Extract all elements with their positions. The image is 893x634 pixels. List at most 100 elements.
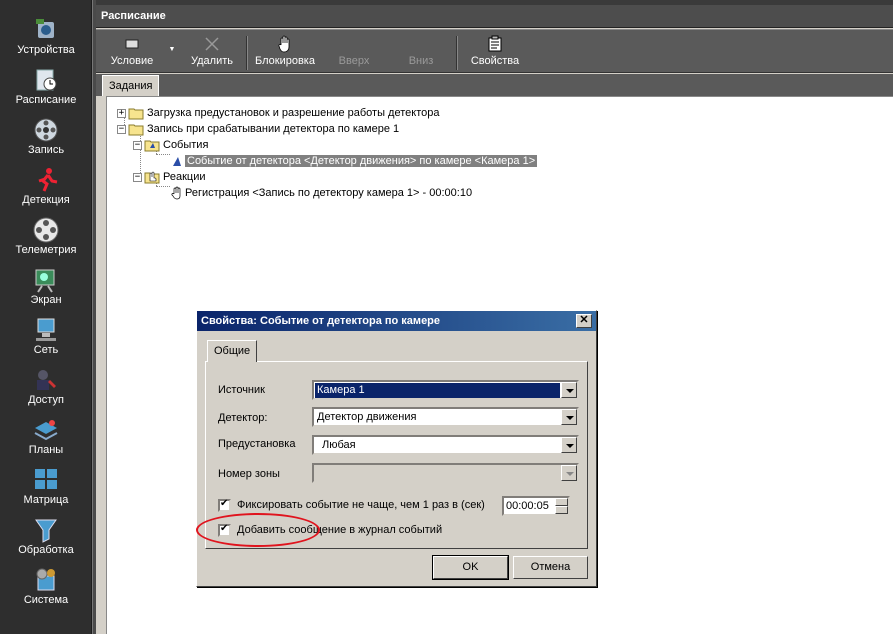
sidebar-item-network[interactable]: Сеть: [0, 310, 92, 360]
chevron-down-icon[interactable]: [561, 437, 577, 453]
sidebar: Устройства Расписание Запись Детекция Те…: [0, 0, 92, 634]
chevron-down-icon[interactable]: [561, 409, 577, 425]
network-icon: [36, 318, 56, 341]
sidebar-item-screen[interactable]: Экран: [0, 260, 92, 310]
tab-general[interactable]: Общие: [207, 340, 258, 362]
sidebar-item-label: Экран: [30, 294, 62, 306]
block-button[interactable]: Блокировка: [252, 32, 318, 72]
tree-item-label: Регистрация <Запись по детектору камера …: [185, 187, 473, 199]
sidebar-item-matrix[interactable]: Матрица: [0, 460, 92, 510]
properties-icon: [488, 35, 502, 52]
events-folder-icon: [144, 140, 160, 152]
sidebar-item-schedule[interactable]: Расписание: [0, 60, 92, 110]
dialog-title[interactable]: Свойства: Событие от детектора по камере: [197, 311, 596, 331]
folder-icon: [128, 108, 144, 120]
devices-icon: [36, 19, 54, 38]
processing-icon: [35, 519, 57, 543]
sidebar-item-label: Устройства: [17, 44, 75, 56]
delete-label: Удалить: [191, 55, 233, 67]
delete-button[interactable]: Удалить: [184, 32, 240, 72]
move-down-button[interactable]: Вниз: [398, 32, 444, 72]
tree-item-reactions[interactable]: − Реакции: [133, 169, 206, 185]
properties-label: Свойства: [470, 55, 520, 67]
chevron-down-icon[interactable]: [561, 465, 577, 481]
tree-item-label: Реакции: [163, 171, 206, 183]
tab-tasks[interactable]: Задания: [102, 75, 160, 96]
schedule-icon: [36, 69, 57, 91]
tree-item-event-detector[interactable]: Событие от детектора <Детектор движения>…: [171, 153, 538, 169]
sidebar-item-label: Обработка: [18, 544, 74, 556]
tree-item-events[interactable]: − События: [133, 137, 208, 153]
tree-item-label: Событие от детектора <Детектор движения>…: [185, 155, 538, 167]
hand-icon: [171, 186, 181, 200]
collapse-icon[interactable]: −: [117, 124, 126, 134]
panel-title: Расписание: [96, 5, 893, 28]
folder-icon: [128, 124, 144, 136]
collapse-icon[interactable]: −: [133, 172, 142, 182]
tree-item-label: Загрузка предустановок и разрешение рабо…: [147, 107, 440, 119]
move-up-button[interactable]: Вверх: [330, 32, 378, 72]
sidebar-item-access[interactable]: Доступ: [0, 360, 92, 410]
spin-up-icon[interactable]: [555, 498, 568, 506]
spin-down-icon[interactable]: [555, 506, 568, 514]
sidebar-item-label: Запись: [27, 144, 65, 156]
telemetry-icon: [33, 217, 59, 243]
tree-item-preset-load[interactable]: + Загрузка предустановок и разрешение раб…: [117, 105, 439, 121]
sidebar-item-record[interactable]: Запись: [0, 110, 92, 160]
source-select[interactable]: Камера 1: [312, 380, 579, 400]
tree-item-label: Запись при срабатывании детектора по кам…: [147, 123, 400, 135]
interval-spinner[interactable]: 00:00:05: [502, 496, 570, 516]
detector-select[interactable]: Детектор движения: [312, 407, 579, 427]
move-up-label: Вверх: [338, 55, 370, 67]
sidebar-item-label: Матрица: [23, 494, 69, 506]
properties-button[interactable]: Свойства: [464, 32, 526, 72]
event-icon: [173, 157, 181, 167]
sidebar-item-telemetry[interactable]: Телеметрия: [0, 210, 92, 260]
interval-value: 00:00:05: [506, 500, 549, 512]
collapse-icon[interactable]: −: [133, 140, 142, 150]
fix-event-label[interactable]: Фиксировать событие не чаще, чем 1 раз в…: [237, 499, 485, 511]
zone-select[interactable]: [312, 463, 579, 483]
tree-connector: [156, 186, 170, 187]
source-value: Камера 1: [315, 383, 560, 398]
condition-button[interactable]: Условие: [106, 32, 158, 72]
screen-icon: [35, 269, 55, 293]
sidebar-item-devices[interactable]: Устройства: [0, 10, 92, 60]
move-down-icon: [412, 35, 430, 53]
tab-strip: Задания: [96, 74, 893, 96]
reactions-folder-icon: [144, 171, 160, 184]
sidebar-item-plans[interactable]: Планы: [0, 410, 92, 460]
move-up-icon: [345, 35, 363, 53]
move-down-label: Вниз: [408, 55, 434, 67]
condition-dropdown-button[interactable]: ▼: [166, 32, 178, 72]
preset-select[interactable]: Любая: [312, 435, 579, 455]
detector-label: Детектор:: [218, 412, 268, 424]
system-icon: [36, 568, 55, 591]
sidebar-item-detection[interactable]: Детекция: [0, 160, 92, 210]
record-icon: [34, 118, 58, 142]
delete-icon: [205, 37, 219, 51]
toolbar-separator: [456, 36, 458, 70]
sidebar-item-label: Система: [23, 594, 69, 606]
sidebar-item-processing[interactable]: Обработка: [0, 510, 92, 560]
toolbar: Условие ▼ Удалить Блокировка Вверх Вниз …: [96, 29, 893, 73]
highlight-annotation: [196, 513, 320, 547]
condition-icon: [125, 39, 139, 49]
fix-event-checkbox[interactable]: [218, 498, 231, 512]
sidebar-item-system[interactable]: Система: [0, 560, 92, 610]
sidebar-item-label: Детекция: [22, 194, 70, 206]
tree-item-reaction-record[interactable]: Регистрация <Запись по детектору камера …: [171, 185, 472, 201]
toolbar-separator: [246, 36, 248, 70]
plans-icon: [34, 420, 58, 441]
chevron-down-icon[interactable]: [561, 382, 577, 398]
sidebar-item-label: Сеть: [33, 344, 59, 356]
tree-item-detector-record[interactable]: − Запись при срабатывании детектора по ка…: [117, 121, 399, 137]
preset-label: Предустановка: [218, 438, 296, 450]
sidebar-item-label: Планы: [28, 444, 64, 456]
close-button[interactable]: ✕: [576, 314, 592, 328]
detector-value: Детектор движения: [317, 411, 417, 423]
ok-button[interactable]: OK: [432, 555, 509, 580]
cancel-button[interactable]: Отмена: [513, 556, 588, 579]
expand-icon[interactable]: +: [117, 108, 126, 118]
dropdown-arrow-icon: ▼: [168, 46, 176, 53]
